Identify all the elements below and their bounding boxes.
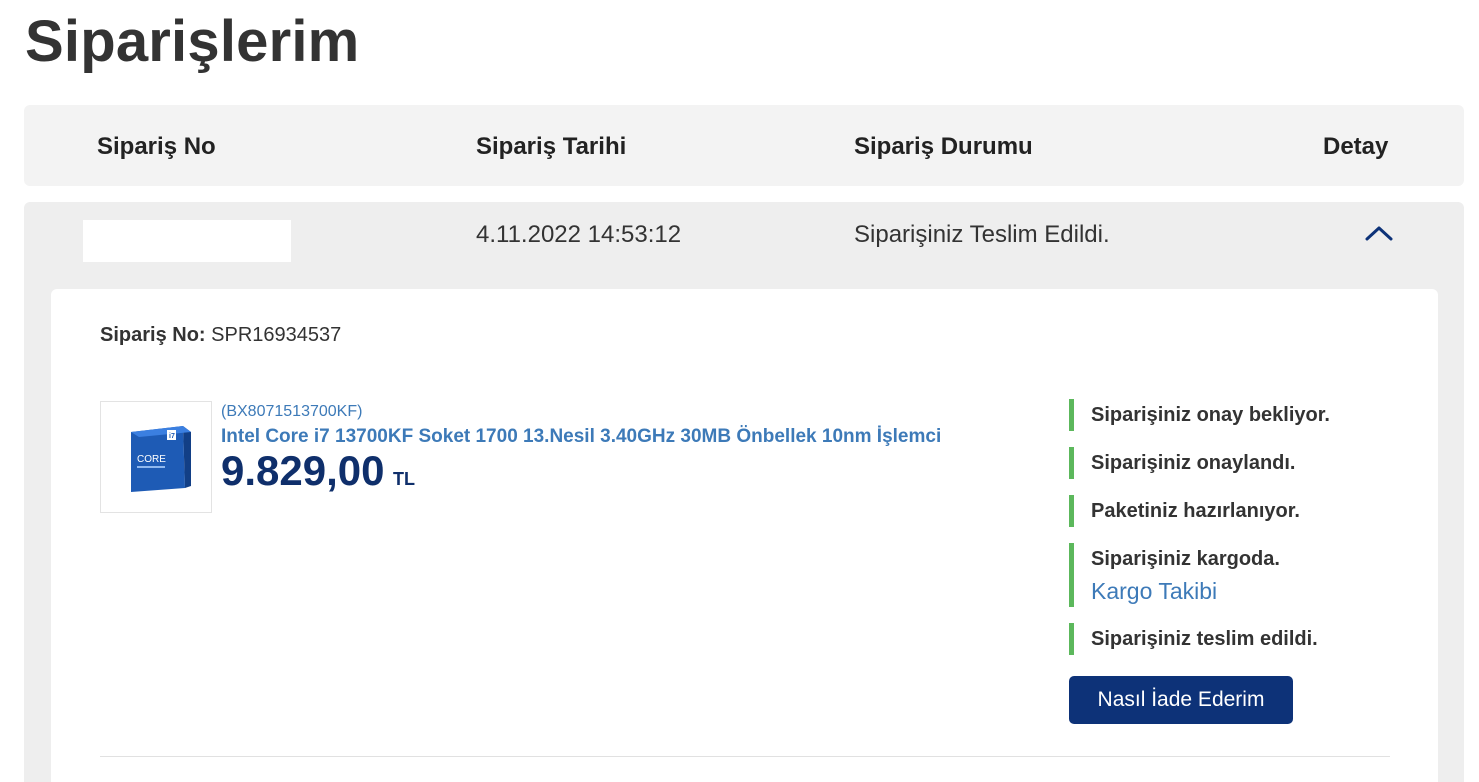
detail-order-number-value: SPR16934537 — [211, 324, 342, 346]
detail-order-number-label: Sipariş No: — [100, 324, 206, 346]
header-order-date: Sipariş Tarihi — [476, 133, 627, 160]
price-amount: 9.829,00 — [221, 447, 385, 494]
detail-order-number: Sipariş No: SPR16934537 — [100, 324, 341, 347]
timeline-step: Siparişiniz teslim edildi. — [1069, 623, 1409, 655]
order-status: Siparişiniz Teslim Edildi. — [854, 221, 1110, 248]
order-status-timeline: Siparişiniz onay bekliyor. Siparişiniz o… — [1069, 399, 1409, 671]
timeline-step: Siparişiniz onay bekliyor. — [1069, 399, 1409, 431]
order-row: 4.11.2022 14:53:12 Siparişiniz Teslim Ed… — [24, 202, 1464, 782]
header-detail: Detay — [1323, 133, 1389, 160]
price-currency: TL — [392, 469, 415, 489]
timeline-step-text: Siparişiniz kargoda. — [1091, 548, 1280, 570]
timeline-step-text: Siparişiniz teslim edildi. — [1091, 628, 1318, 650]
cargo-tracking-link[interactable]: Kargo Takibi — [1091, 575, 1409, 607]
svg-text:i7: i7 — [169, 433, 175, 440]
timeline-step: Paketiniz hazırlanıyor. — [1069, 495, 1409, 527]
timeline-step: Siparişiniz onaylandı. — [1069, 447, 1409, 479]
header-order-no: Sipariş No — [97, 133, 216, 160]
how-to-return-button[interactable]: Nasıl İade Ederim — [1069, 676, 1293, 724]
chevron-up-icon[interactable] — [1364, 218, 1394, 248]
header-order-status: Sipariş Durumu — [854, 133, 1033, 160]
timeline-step: Siparişiniz kargoda. Kargo Takibi — [1069, 543, 1409, 607]
product-name-link[interactable]: Intel Core i7 13700KF Soket 1700 13.Nesi… — [221, 426, 941, 448]
divider — [100, 756, 1390, 757]
product-price: 9.829,00 TL — [221, 447, 415, 495]
cpu-box-icon[interactable]: i7 CORE — [100, 401, 212, 513]
product-code: (BX8071513700KF) — [221, 403, 363, 420]
page-title: Siparişlerim — [25, 9, 360, 74]
order-detail-card: Sipariş No: SPR16934537 i7 CORE (BX80715… — [51, 289, 1438, 782]
timeline-step-text: Siparişiniz onaylandı. — [1091, 452, 1296, 474]
svg-text:CORE: CORE — [137, 454, 166, 465]
order-no-redacted — [83, 220, 291, 262]
orders-table-header: Sipariş No Sipariş Tarihi Sipariş Durumu… — [24, 105, 1464, 186]
timeline-step-text: Siparişiniz onay bekliyor. — [1091, 404, 1330, 426]
order-date: 4.11.2022 14:53:12 — [476, 221, 682, 248]
timeline-step-text: Paketiniz hazırlanıyor. — [1091, 500, 1300, 522]
